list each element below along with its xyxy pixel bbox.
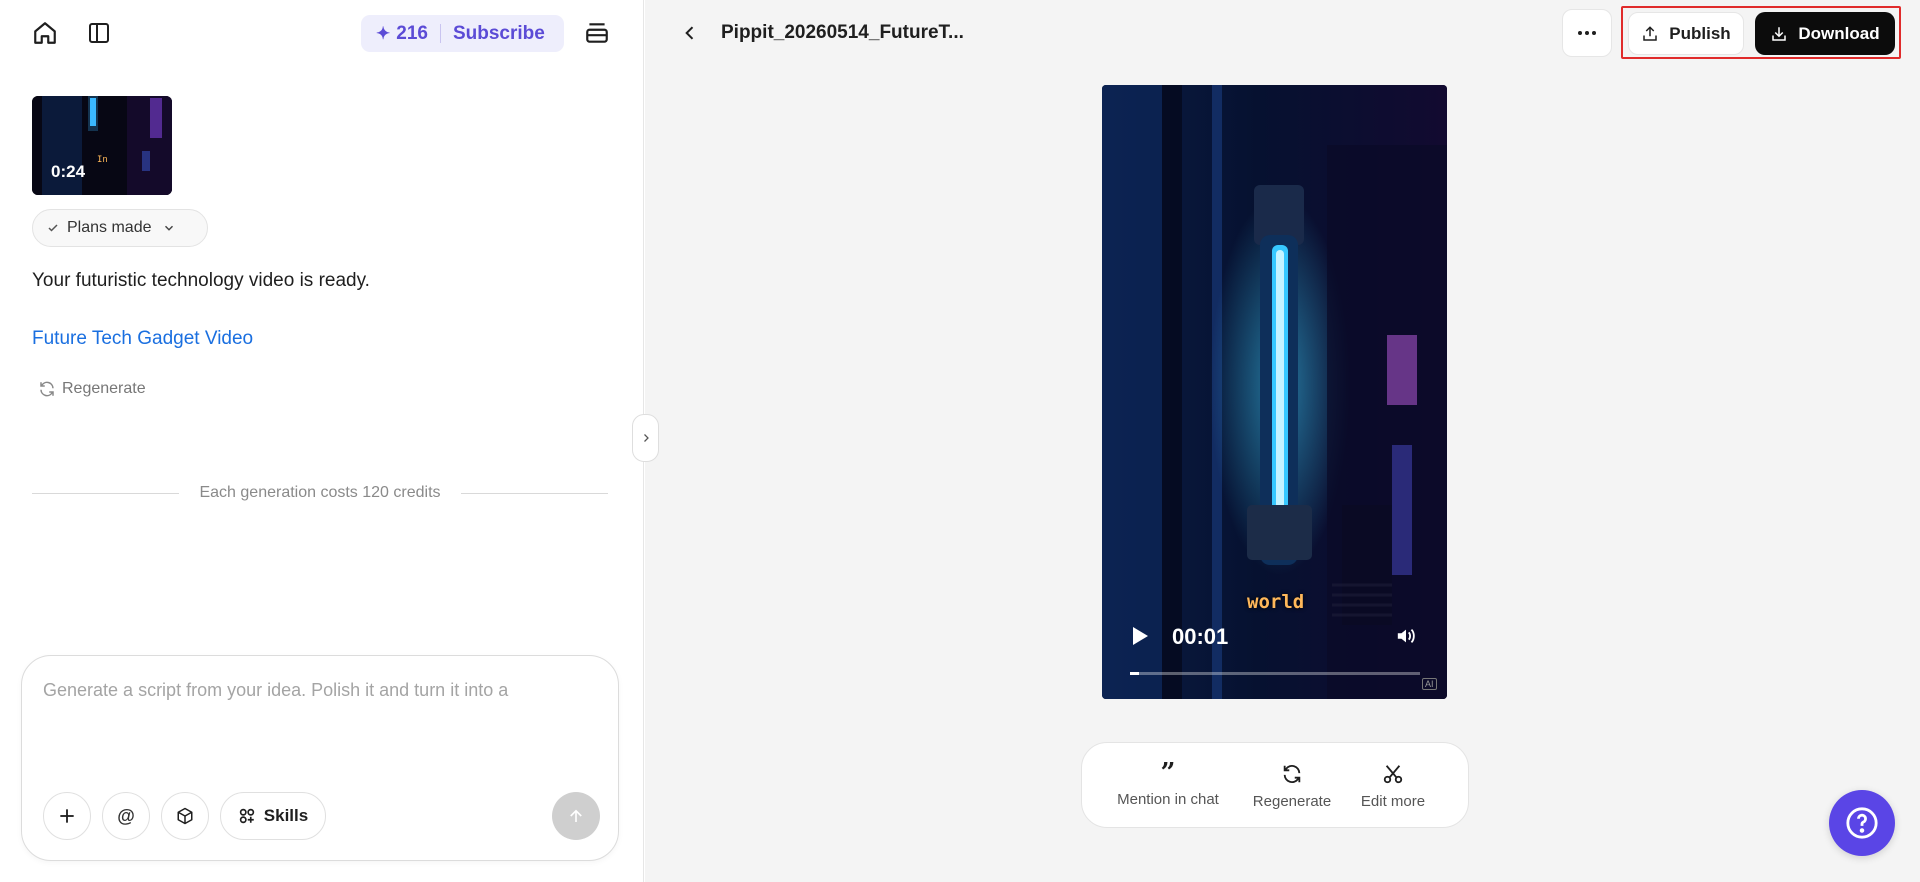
edit-more-button[interactable]: Edit more [1356,763,1430,810]
download-button[interactable]: Download [1755,12,1895,55]
video-thumbnail[interactable]: In 0:24 [32,96,172,195]
progress-fill [1130,672,1139,675]
plans-made-label: Plans made [67,219,152,236]
video-action-bar: ” Mention in chat Regenerate Edit more [1081,742,1469,828]
divider-line [32,492,180,494]
download-icon [1772,26,1787,41]
send-button[interactable] [552,792,600,840]
mention-button[interactable]: @ [102,792,150,840]
plans-made-dropdown[interactable]: Plans made [32,209,208,247]
divider [439,24,441,43]
cost-note: Each generation costs 120 credits [199,484,441,501]
edit-more-label: Edit more [1360,793,1426,810]
chevron-down-icon [164,225,173,231]
prompt-input[interactable]: Generate a script from your idea. Polish… [43,680,583,701]
subscribe-link[interactable]: Subscribe [453,23,545,45]
layers-menu-icon[interactable] [579,15,615,51]
play-icon[interactable] [1130,625,1150,652]
skills-button[interactable]: Skills [220,792,326,840]
upload-icon [1643,25,1658,41]
ai-badge: AI [1422,678,1437,690]
plus-icon [60,809,74,823]
collapse-panel-handle[interactable] [632,414,659,462]
back-arrow-icon[interactable] [672,15,708,51]
refresh-icon [1283,765,1301,783]
refresh-icon [40,381,54,397]
ellipsis-icon [1578,31,1596,35]
current-time: 00:01 [1172,624,1229,649]
video-result-link[interactable]: Future Tech Gadget Video [32,328,253,350]
help-button[interactable] [1829,790,1895,856]
regenerate-video-button[interactable]: Regenerate [1248,763,1336,810]
chat-composer: Generate a script from your idea. Polish… [21,655,619,861]
model-button[interactable] [161,792,209,840]
regenerate-button[interactable]: Regenerate [38,380,146,398]
skills-label: Skills [263,806,309,825]
chevron-right-icon [643,434,649,442]
help-icon [1846,807,1878,839]
credits-count: 216 [396,22,428,44]
sparkle-icon: ✦ [376,23,391,43]
video-player[interactable]: world 00:01 AI [1102,85,1447,699]
publish-label: Publish [1669,23,1731,43]
divider-line [460,492,608,494]
file-title: Pippit_20260514_FutureT... [721,22,964,43]
thumbnail-duration: 0:24 [51,162,86,181]
more-options-button[interactable] [1562,9,1612,57]
quote-icon: ” [1160,758,1176,788]
cost-divider: Each generation costs 120 credits [32,484,608,502]
sidebar-toggle-icon[interactable] [81,15,117,51]
check-icon [48,224,58,232]
regenerate-video-label: Regenerate [1252,793,1332,810]
at-icon: @ [117,805,135,826]
regenerate-label: Regenerate [62,380,146,397]
publish-button[interactable]: Publish [1628,12,1744,55]
preview-panel: Pippit_20260514_FutureT... Publish Downl… [645,0,1920,882]
arrow-up-icon [570,809,582,822]
mention-in-chat-label: Mention in chat [1117,791,1219,808]
cube-icon [177,807,193,825]
volume-icon[interactable] [1395,626,1417,651]
svg-text:In: In [97,155,108,165]
home-icon[interactable] [27,15,63,51]
skills-grid-icon [239,808,254,824]
assistant-message: Your futuristic technology video is read… [32,270,370,291]
chat-panel: ✦ 216 Subscribe In 0:24 Plans made Your … [0,0,644,882]
scissors-icon [1383,765,1403,784]
credits-subscribe-pill[interactable]: ✦ 216 Subscribe [361,15,564,52]
add-attachment-button[interactable] [43,792,91,840]
mention-in-chat-button[interactable]: ” Mention in chat [1112,758,1224,808]
download-label: Download [1798,23,1880,43]
caption-text: world [1247,591,1305,613]
progress-bar[interactable] [1130,672,1420,675]
